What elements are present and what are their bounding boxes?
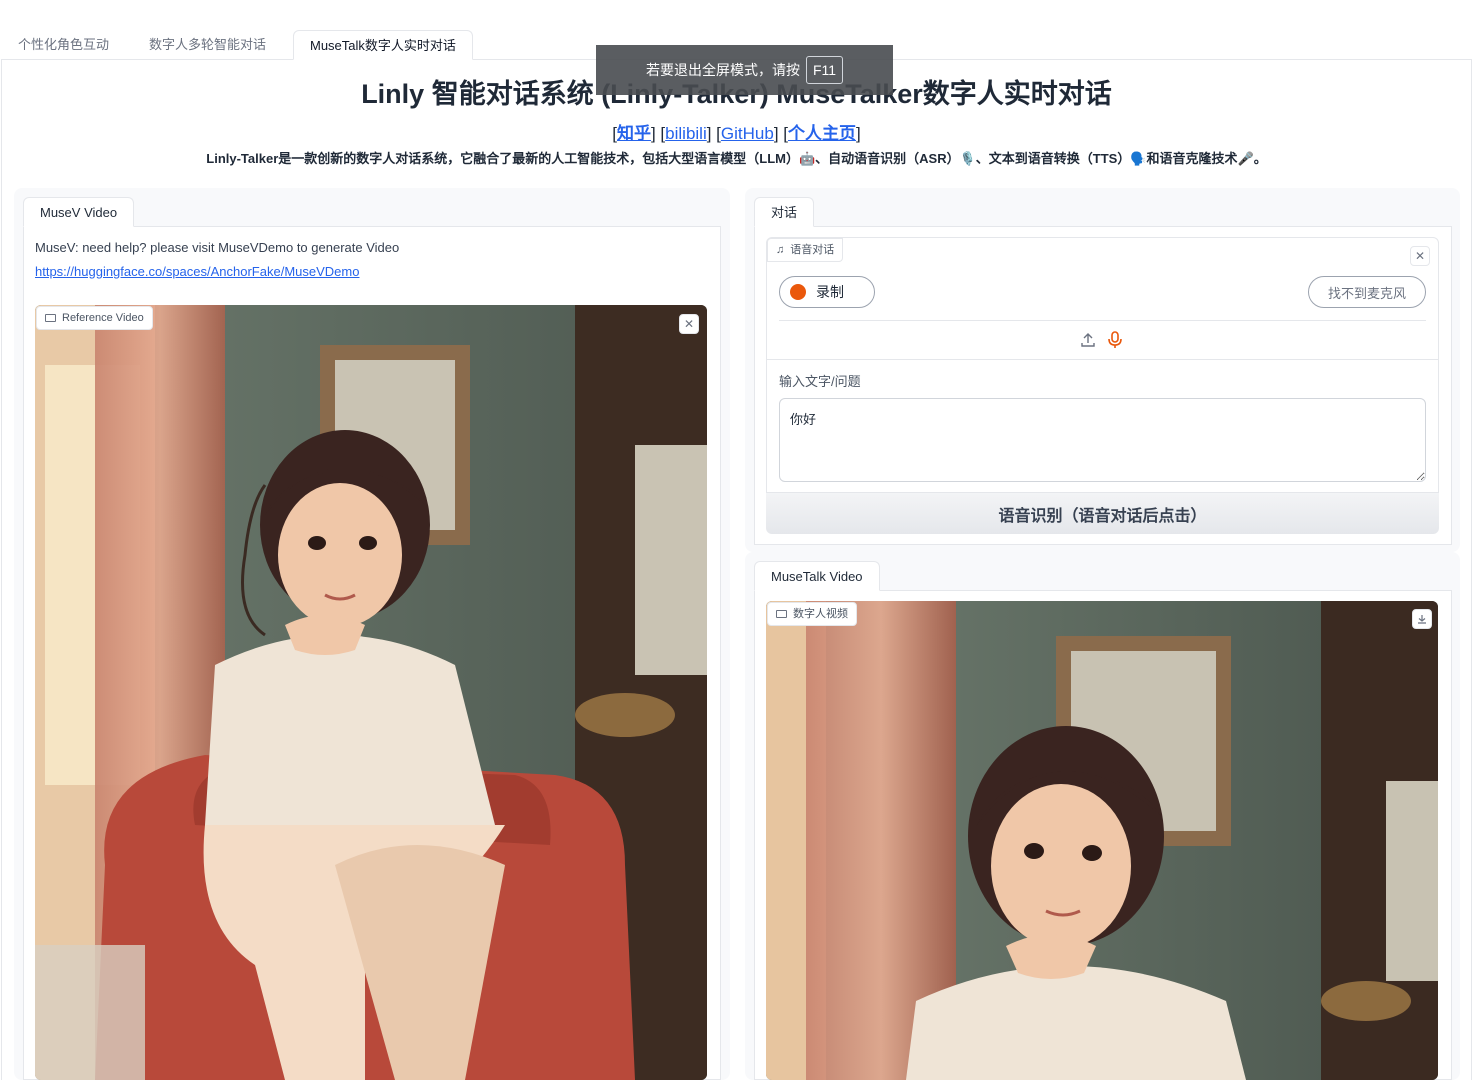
page-description: Linly-Talker是一款创新的数字人对话系统，它融合了最新的人工智能技术，… xyxy=(206,151,1267,166)
question-textarea[interactable]: 你好 xyxy=(779,398,1426,482)
tab-dialogue[interactable]: 对话 xyxy=(754,197,815,227)
tab-musetalk-realtime[interactable]: MuseTalk数字人实时对话 xyxy=(293,30,473,60)
audio-badge: ♫ 语音对话 xyxy=(767,238,844,262)
tab-musev-video[interactable]: MuseV Video xyxy=(23,197,135,227)
microphone-icon-svg xyxy=(1108,331,1122,348)
link-bilibili[interactable]: bilibili xyxy=(665,124,707,143)
music-note-icon: ♫ xyxy=(776,244,785,256)
video-camera-icon xyxy=(45,314,56,322)
record-label: 录制 xyxy=(816,284,844,300)
video-camera-icon xyxy=(776,610,787,618)
reference-video-frame xyxy=(35,305,707,1080)
text-input-label: 输入文字/问题 xyxy=(779,374,861,389)
tab-musetalk-video[interactable]: MuseTalk Video xyxy=(754,561,880,591)
tab-multi-turn-dialogue[interactable]: 数字人多轮智能对话 xyxy=(149,30,266,60)
musev-help-link[interactable]: https://huggingface.co/spaces/AnchorFake… xyxy=(35,264,359,279)
audio-divider xyxy=(779,320,1426,321)
download-icon[interactable] xyxy=(1412,609,1432,629)
audio-label: 语音对话 xyxy=(790,244,835,256)
reference-video-label: Reference Video xyxy=(62,312,144,324)
digital-human-video-label: 数字人视频 xyxy=(793,608,848,620)
microphone-icon[interactable] xyxy=(1105,330,1125,350)
header-links: [知乎] [bilibili] [GitHub] [个人主页] xyxy=(612,124,861,143)
link-homepage[interactable]: 个人主页 xyxy=(788,124,856,143)
no-microphone-button[interactable]: 找不到麦克风 xyxy=(1308,276,1426,308)
musev-help-text: MuseV: need help? please visit MuseVDemo… xyxy=(35,240,400,255)
tab-character-interaction[interactable]: 个性化角色互动 xyxy=(18,30,109,60)
close-icon[interactable]: ✕ xyxy=(679,314,699,334)
reference-video-badge: Reference Video xyxy=(36,306,153,330)
digital-human-video-frame xyxy=(766,601,1438,1080)
download-icon-svg xyxy=(1418,615,1426,624)
asr-button[interactable]: 语音识别（语音对话后点击） xyxy=(766,492,1439,534)
upload-icon-svg xyxy=(1081,333,1095,347)
reference-video[interactable] xyxy=(35,305,707,1080)
record-dot-icon xyxy=(790,284,806,300)
close-audio-icon[interactable]: ✕ xyxy=(1410,246,1430,266)
fullscreen-toast: 若要退出全屏模式，请按 F11 xyxy=(596,45,893,95)
upload-icon[interactable] xyxy=(1078,330,1098,350)
link-github[interactable]: GitHub xyxy=(721,124,774,143)
digital-human-video-badge: 数字人视频 xyxy=(767,602,857,626)
toast-key: F11 xyxy=(805,56,844,84)
toast-text: 若要退出全屏模式，请按 xyxy=(645,62,800,78)
link-zhihu[interactable]: 知乎 xyxy=(617,124,651,143)
digital-human-video[interactable] xyxy=(766,601,1438,1080)
record-button[interactable]: 录制 xyxy=(779,276,875,308)
